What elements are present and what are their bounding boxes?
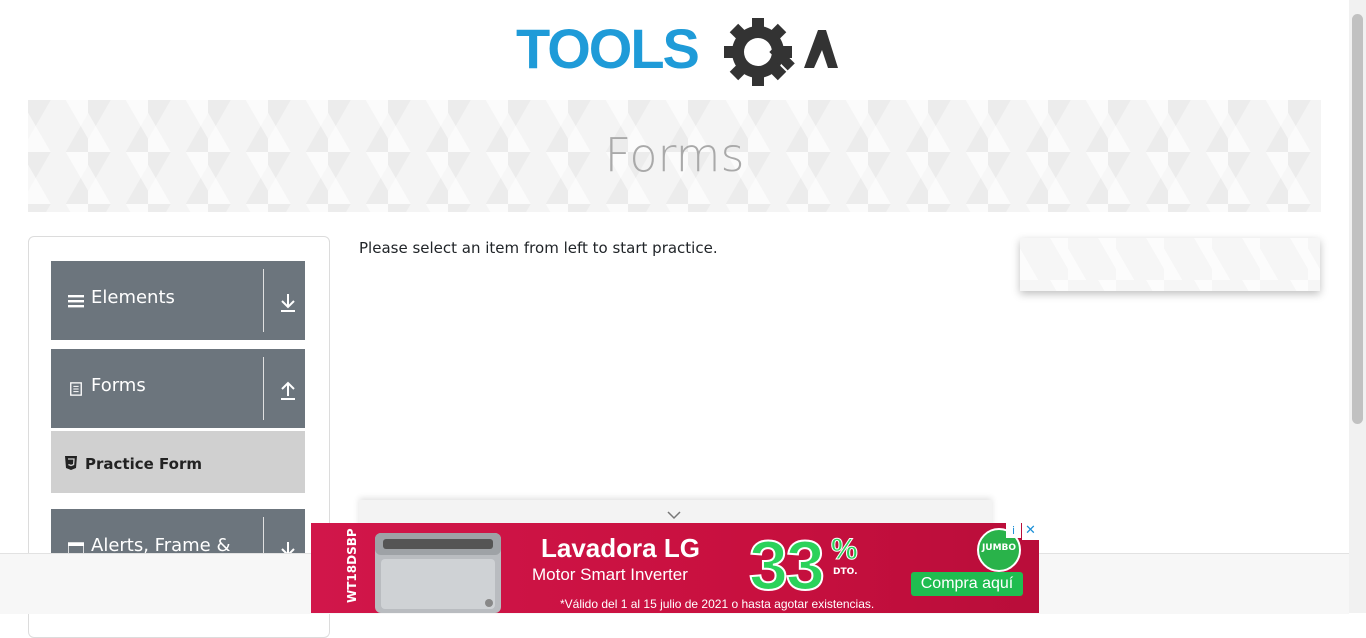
hamburger-icon xyxy=(68,295,84,308)
sidebar-group-label: Elements xyxy=(91,287,175,308)
ad-slot-right[interactable] xyxy=(1020,238,1320,291)
ad-percent-sign: % xyxy=(831,533,859,567)
ad-discount-label: DTO. xyxy=(833,567,858,577)
page-banner: Forms xyxy=(28,100,1321,212)
page-title: Forms xyxy=(604,128,745,182)
group-divider xyxy=(263,357,264,420)
ad-discount-value: 33 xyxy=(748,525,826,605)
html5-icon xyxy=(65,456,77,470)
sidebar-item-practice-form[interactable]: Practice Form xyxy=(51,431,305,493)
ad-cta-button[interactable]: Compra aquí xyxy=(911,572,1023,596)
sidebar-group-forms[interactable]: Forms xyxy=(51,349,305,428)
download-arrow-icon[interactable] xyxy=(279,291,297,313)
scrollbar-thumb[interactable] xyxy=(1352,14,1363,424)
logo-a-glyph xyxy=(804,30,838,68)
ad-headline: Lavadora LG xyxy=(541,533,700,563)
upload-arrow-icon[interactable] xyxy=(279,379,297,401)
chevron-down-icon[interactable] xyxy=(666,510,682,520)
advertisement-banner[interactable]: WT18DSBP Lavadora LG Motor Smart Inverte… xyxy=(311,523,1039,613)
logo-graphic: TOOLS xyxy=(516,17,838,86)
page-scrollbar[interactable] xyxy=(1349,0,1366,613)
ad-info-icon[interactable]: i xyxy=(1006,523,1021,538)
sidebar-item-label: Practice Form xyxy=(85,455,202,473)
sidebar-group-elements[interactable]: Elements xyxy=(51,261,305,340)
practice-instructions: Please select an item from left to start… xyxy=(359,239,718,257)
ad-legal-text: *Válido del 1 al 15 julio de 2021 o hast… xyxy=(560,597,875,611)
ad-subheadline: Motor Smart Inverter xyxy=(532,565,688,584)
ad-model-number: WT18DSBP xyxy=(345,528,359,603)
gear-icon xyxy=(724,18,795,86)
sidebar-group-label: Forms xyxy=(91,375,146,396)
group-divider xyxy=(263,269,264,332)
ad-close-icon[interactable]: ✕ xyxy=(1022,523,1039,540)
toolsqa-logo[interactable]: TOOLS xyxy=(516,16,838,90)
logo-tools-text: TOOLS xyxy=(516,17,699,80)
washing-machine-image xyxy=(375,533,501,613)
document-icon xyxy=(70,382,82,396)
